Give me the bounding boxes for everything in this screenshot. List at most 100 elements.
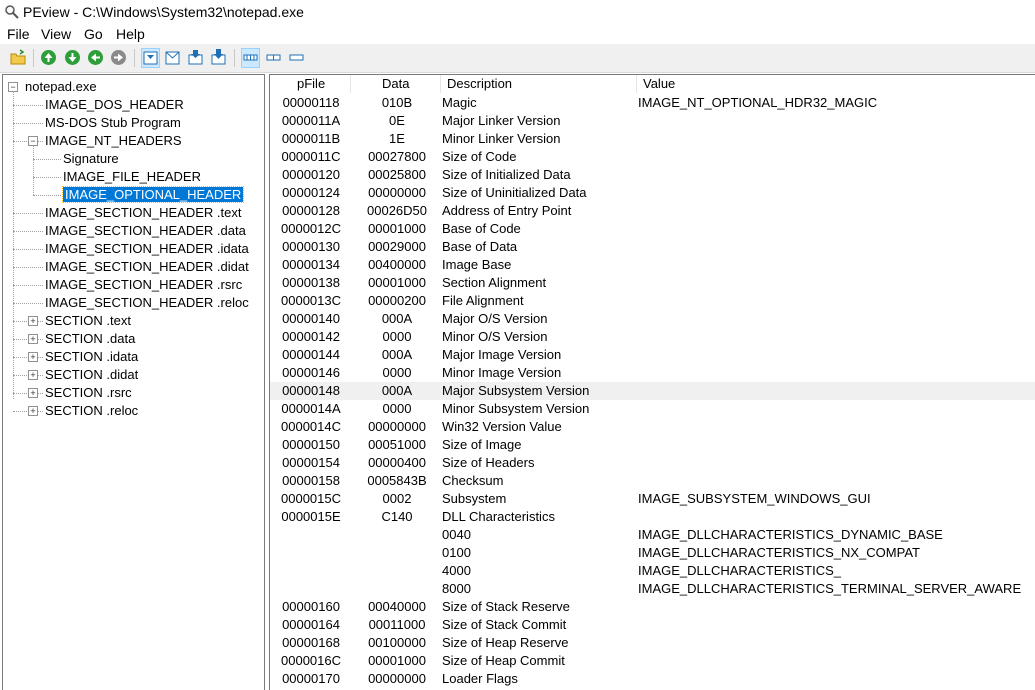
- cell-data: 00011000: [368, 617, 426, 632]
- cell-data: 00000000: [368, 185, 426, 200]
- table-row[interactable]: 00000130 00029000 Base of Data: [270, 238, 1035, 256]
- menu-file[interactable]: File: [7, 26, 30, 42]
- app-magnifier-icon: [5, 5, 19, 19]
- column-header-data[interactable]: Data: [382, 75, 409, 93]
- table-row[interactable]: 00000168 00100000 Size of Heap Reserve: [270, 634, 1035, 652]
- table-row[interactable]: 0040 IMAGE_DLLCHARACTERISTICS_DYNAMIC_BAS…: [270, 526, 1035, 544]
- cell-description: Subsystem: [442, 491, 507, 506]
- view-byte-icon[interactable]: [288, 49, 305, 66]
- tree-node[interactable]: IMAGE_SECTION_HEADER .data: [45, 222, 246, 240]
- cell-pfile: 00000138: [282, 275, 340, 290]
- cell-pfile: 0000011A: [281, 113, 341, 128]
- tree-node-root[interactable]: notepad.exe: [25, 78, 97, 96]
- tree-expander[interactable]: +: [28, 334, 38, 344]
- cell-pfile: 0000012C: [281, 221, 341, 236]
- table-row[interactable]: 00000144 000A Major Image Version: [270, 346, 1035, 364]
- view-last-icon[interactable]: [210, 49, 227, 66]
- view-first-icon[interactable]: [141, 48, 160, 68]
- menu-help[interactable]: Help: [116, 26, 145, 42]
- view-list-icon[interactable]: [265, 49, 282, 66]
- table-row[interactable]: 00000158 0005843B Checksum: [270, 472, 1035, 490]
- table-row[interactable]: 0000014A 0000 Minor Subsystem Version: [270, 400, 1035, 418]
- tree-node[interactable]: IMAGE_OPTIONAL_HEADER: [61, 186, 245, 204]
- table-row[interactable]: 0000015C 0002 Subsystem IMAGE_SUBSYSTEM_WIN…: [270, 490, 1035, 508]
- column-header-pfile[interactable]: pFile: [297, 75, 325, 93]
- table-row[interactable]: 00000128 00026D50 Address of Entry Point: [270, 202, 1035, 220]
- tree-expander[interactable]: −: [28, 136, 38, 146]
- table-row[interactable]: 00000148 000A Major Subsystem Version: [270, 382, 1035, 400]
- cell-description: Image Base: [442, 257, 512, 272]
- up-icon[interactable]: [87, 49, 104, 66]
- table-row[interactable]: 8000 IMAGE_DLLCHARACTERISTICS_TERMINAL_SE…: [270, 580, 1035, 598]
- tree-node-label: IMAGE_SECTION_HEADER .rsrc: [45, 277, 243, 292]
- table-row[interactable]: 00000160 00040000 Size of Stack Reserve: [270, 598, 1035, 616]
- view-prev-icon[interactable]: [164, 49, 181, 66]
- tree-node-label: IMAGE_SECTION_HEADER .reloc: [45, 295, 249, 310]
- tree-expander[interactable]: +: [28, 352, 38, 362]
- table-row[interactable]: 00000146 0000 Minor Image Version: [270, 364, 1035, 382]
- tree-node[interactable]: IMAGE_SECTION_HEADER .idata: [45, 240, 249, 258]
- tree-node[interactable]: SECTION .reloc: [45, 402, 138, 420]
- table-row[interactable]: 0000014C 00000000 Win32 Version Value: [270, 418, 1035, 436]
- tree-node[interactable]: SECTION .didat: [45, 366, 138, 384]
- menu-go[interactable]: Go: [84, 26, 103, 42]
- column-header-description[interactable]: Description: [447, 75, 512, 93]
- table-row[interactable]: 0100 IMAGE_DLLCHARACTERISTICS_NX_COMPAT: [270, 544, 1035, 562]
- toolbar: [0, 44, 1035, 73]
- tree-node[interactable]: SECTION .idata: [45, 348, 138, 366]
- table-row[interactable]: 0000011A 0E Major Linker Version: [270, 112, 1035, 130]
- table-row[interactable]: 00000154 00000400 Size of Headers: [270, 454, 1035, 472]
- tree-node-label: SECTION .reloc: [45, 403, 139, 418]
- table-row[interactable]: 00000170 00000000 Loader Flags: [270, 670, 1035, 688]
- cell-description: Section Alignment: [442, 275, 547, 290]
- table-row[interactable]: 0000012C 00001000 Base of Code: [270, 220, 1035, 238]
- table-row[interactable]: 00000140 000A Major O/S Version: [270, 310, 1035, 328]
- table-row[interactable]: 0000016C 00001000 Size of Heap Commit: [270, 652, 1035, 670]
- table-row[interactable]: 4000 IMAGE_DLLCHARACTERISTICS_: [270, 562, 1035, 580]
- table-row[interactable]: 0000015E C140 DLL Characteristics: [270, 508, 1035, 526]
- table-row[interactable]: 00000120 00025800 Size of Initialized Data: [270, 166, 1035, 184]
- table-row[interactable]: 00000142 0000 Minor O/S Version: [270, 328, 1035, 346]
- tree-node-label: Signature: [63, 151, 119, 166]
- tree-expander[interactable]: +: [28, 316, 38, 326]
- view-next-icon[interactable]: [187, 49, 204, 66]
- back-icon[interactable]: [40, 49, 57, 66]
- table-row[interactable]: 0000013C 00000200 File Alignment: [270, 292, 1035, 310]
- tree-view[interactable]: − notepad.exe IMAGE_DOS_HEADER MS-DOS Stub …: [2, 74, 265, 690]
- tree-node[interactable]: MS-DOS Stub Program: [45, 114, 181, 132]
- tree-node[interactable]: SECTION .data: [45, 330, 135, 348]
- table-row[interactable]: 0000011B 1E Minor Linker Version: [270, 130, 1035, 148]
- table-row[interactable]: 00000164 00011000 Size of Stack Commit: [270, 616, 1035, 634]
- tree-node[interactable]: IMAGE_FILE_HEADER: [63, 168, 201, 186]
- table-row[interactable]: 00000124 00000000 Size of Uninitialized Da…: [270, 184, 1035, 202]
- open-icon[interactable]: [10, 49, 27, 66]
- tree-node[interactable]: SECTION .rsrc: [45, 384, 132, 402]
- cell-description: 4000: [442, 563, 471, 578]
- cell-data: 00027800: [368, 149, 426, 164]
- cell-data: 0000: [382, 401, 412, 416]
- cell-data: 00040000: [368, 599, 426, 614]
- forward-icon[interactable]: [64, 49, 81, 66]
- tree-expander[interactable]: +: [28, 388, 38, 398]
- tree-node[interactable]: SECTION .text: [45, 312, 131, 330]
- tree-expander[interactable]: +: [28, 406, 38, 416]
- tree-node[interactable]: IMAGE_SECTION_HEADER .text: [45, 204, 242, 222]
- cell-pfile: 0000015C: [281, 491, 341, 506]
- view-hex-icon[interactable]: [241, 48, 260, 68]
- tree-node[interactable]: IMAGE_SECTION_HEADER .didat: [45, 258, 249, 276]
- tree-expander[interactable]: +: [28, 370, 38, 380]
- table-row[interactable]: 0000011C 00027800 Size of Code: [270, 148, 1035, 166]
- menu-view[interactable]: View: [41, 26, 71, 42]
- table-row[interactable]: 00000134 00400000 Image Base: [270, 256, 1035, 274]
- table-row[interactable]: 00000138 00001000 Section Alignment: [270, 274, 1035, 292]
- column-header-value[interactable]: Value: [643, 75, 675, 93]
- tree-node[interactable]: IMAGE_DOS_HEADER: [45, 96, 184, 114]
- tree-node[interactable]: IMAGE_SECTION_HEADER .reloc: [45, 294, 249, 312]
- tree-node[interactable]: Signature: [63, 150, 119, 168]
- table-row[interactable]: 00000150 00051000 Size of Image: [270, 436, 1035, 454]
- tree-node-label: IMAGE_OPTIONAL_HEADER: [61, 186, 245, 203]
- table-row[interactable]: 00000118 010B Magic IMAGE_NT_OPTIONAL_HDR32…: [270, 94, 1035, 112]
- tree-node[interactable]: IMAGE_SECTION_HEADER .rsrc: [45, 276, 242, 294]
- tree-node[interactable]: IMAGE_NT_HEADERS: [45, 132, 182, 150]
- down-icon[interactable]: [110, 49, 127, 66]
